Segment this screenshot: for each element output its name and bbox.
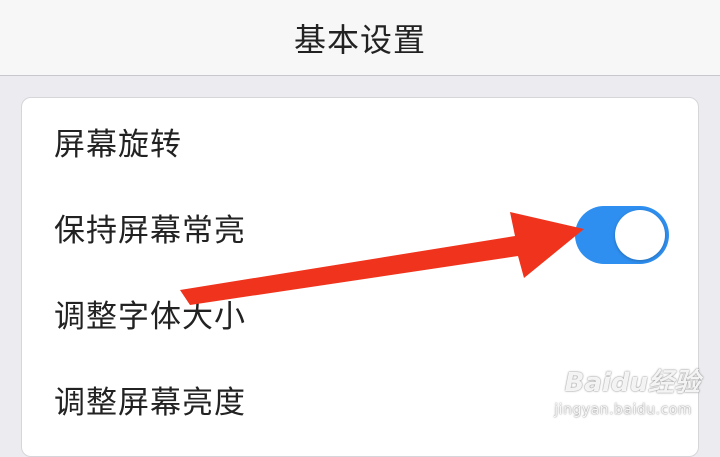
setting-label: 调整字体大小 <box>54 298 246 335</box>
watermark-url: jingyan.baidu.com <box>554 402 692 418</box>
setting-row-keep-screen-on[interactable]: 保持屏幕常亮 <box>22 184 698 270</box>
setting-row-font-size[interactable]: 调整字体大小 <box>22 270 698 356</box>
setting-label: 保持屏幕常亮 <box>54 212 246 249</box>
watermark-brand: Baidu经验 <box>564 368 700 398</box>
nav-bar: 基本设置 <box>0 0 720 76</box>
keep-screen-on-toggle[interactable] <box>575 206 669 264</box>
setting-row-screen-rotation[interactable]: 屏幕旋转 <box>22 98 698 184</box>
page-title: 基本设置 <box>293 20 426 59</box>
setting-label: 屏幕旋转 <box>54 126 182 163</box>
setting-label: 调整屏幕亮度 <box>54 384 246 421</box>
watermark: Baidu经验 jingyan.baidu.com <box>500 362 700 428</box>
toggle-knob <box>615 210 665 260</box>
